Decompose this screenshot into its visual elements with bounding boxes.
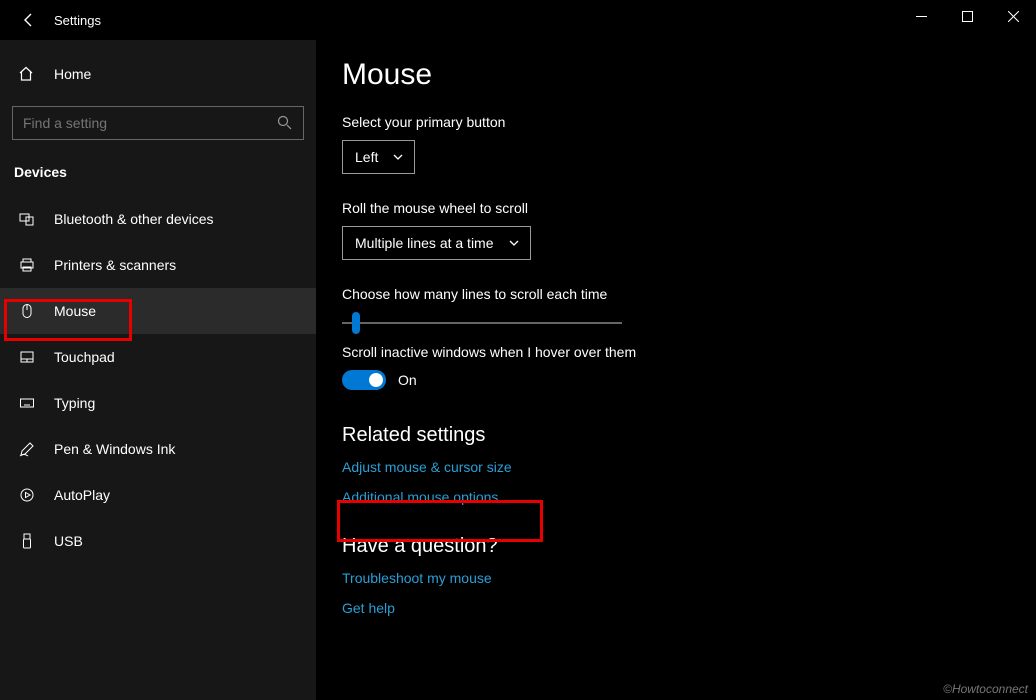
touchpad-icon: [18, 349, 36, 365]
chevron-down-icon: [392, 151, 404, 163]
search-icon: [277, 115, 293, 131]
toggle-knob: [369, 373, 383, 387]
sidebar-item-pen[interactable]: Pen & Windows Ink: [0, 426, 316, 472]
sidebar-home-label: Home: [54, 66, 91, 82]
sidebar-item-printers[interactable]: Printers & scanners: [0, 242, 316, 288]
search-box[interactable]: [12, 106, 304, 140]
sidebar-item-label: Bluetooth & other devices: [54, 211, 214, 227]
scroll-mode-label: Roll the mouse wheel to scroll: [342, 200, 1036, 216]
minimize-button[interactable]: [898, 0, 944, 32]
autoplay-icon: [18, 487, 36, 503]
home-icon: [18, 66, 36, 82]
sidebar-item-typing[interactable]: Typing: [0, 380, 316, 426]
slider-thumb[interactable]: [352, 312, 360, 334]
sidebar-item-usb[interactable]: USB: [0, 518, 316, 564]
search-input[interactable]: [23, 115, 277, 131]
sidebar-item-label: Touchpad: [54, 349, 115, 365]
inactive-windows-toggle[interactable]: [342, 370, 386, 390]
chevron-down-icon: [508, 237, 520, 249]
page-title: Mouse: [342, 58, 1036, 92]
sidebar-item-autoplay[interactable]: AutoPlay: [0, 472, 316, 518]
usb-icon: [18, 533, 36, 549]
close-button[interactable]: [990, 0, 1036, 32]
inactive-windows-label: Scroll inactive windows when I hover ove…: [342, 344, 1036, 360]
primary-button-label: Select your primary button: [342, 114, 1036, 130]
titlebar: Settings: [0, 0, 1036, 40]
related-settings-heading: Related settings: [342, 424, 1036, 447]
sidebar-item-bluetooth[interactable]: Bluetooth & other devices: [0, 196, 316, 242]
window-title: Settings: [54, 13, 101, 28]
primary-button-select[interactable]: Left: [342, 140, 415, 174]
devices-icon: [18, 211, 36, 227]
lines-slider[interactable]: [342, 312, 622, 334]
pen-icon: [18, 441, 36, 457]
have-a-question-heading: Have a question?: [342, 535, 1036, 558]
slider-track: [342, 322, 622, 324]
toggle-state-label: On: [398, 372, 417, 388]
sidebar-item-label: Printers & scanners: [54, 257, 176, 273]
link-additional-mouse-options[interactable]: Additional mouse options: [342, 489, 1036, 505]
maximize-button[interactable]: [944, 0, 990, 32]
sidebar-item-touchpad[interactable]: Touchpad: [0, 334, 316, 380]
back-button[interactable]: [18, 9, 40, 31]
watermark: ©Howtoconnect: [943, 682, 1028, 696]
sidebar-group-label: Devices: [0, 160, 316, 196]
sidebar-item-label: AutoPlay: [54, 487, 110, 503]
sidebar-item-mouse[interactable]: Mouse: [0, 288, 316, 334]
window-controls: [898, 0, 1036, 32]
lines-label: Choose how many lines to scroll each tim…: [342, 286, 1036, 302]
sidebar-item-label: Typing: [54, 395, 95, 411]
mouse-icon: [18, 303, 36, 319]
link-adjust-cursor-size[interactable]: Adjust mouse & cursor size: [342, 459, 1036, 475]
sidebar: Home Devices Bluetooth & other devices P…: [0, 40, 316, 700]
select-value: Left: [355, 149, 378, 165]
printer-icon: [18, 257, 36, 273]
sidebar-item-label: USB: [54, 533, 83, 549]
scroll-mode-select[interactable]: Multiple lines at a time: [342, 226, 531, 260]
main-content: Mouse Select your primary button Left Ro…: [316, 40, 1036, 700]
select-value: Multiple lines at a time: [355, 235, 494, 251]
sidebar-item-label: Mouse: [54, 303, 96, 319]
link-get-help[interactable]: Get help: [342, 600, 1036, 616]
keyboard-icon: [18, 395, 36, 411]
sidebar-home[interactable]: Home: [0, 56, 316, 92]
link-troubleshoot-mouse[interactable]: Troubleshoot my mouse: [342, 570, 1036, 586]
sidebar-item-label: Pen & Windows Ink: [54, 441, 175, 457]
